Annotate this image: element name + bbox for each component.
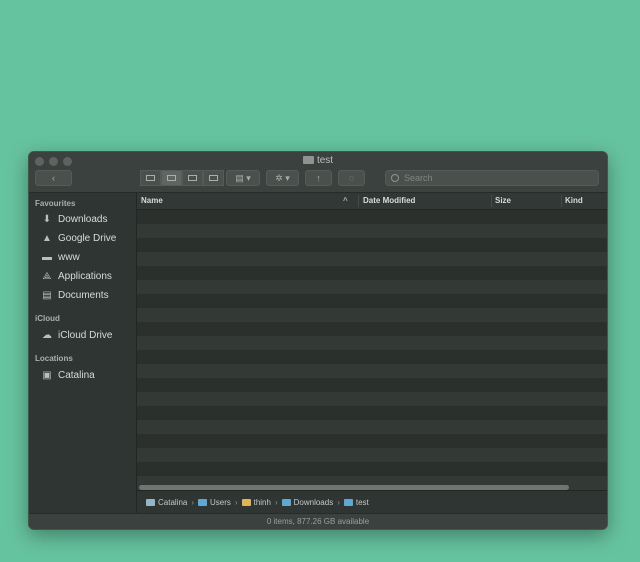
path-item-thinh[interactable]: thinh [241, 497, 271, 507]
path-label: Catalina [158, 497, 188, 507]
folder-icon [343, 498, 353, 506]
empty-rows [137, 210, 607, 490]
icon-view-button[interactable] [140, 170, 161, 186]
document-icon: ▤ [42, 289, 52, 301]
path-label: Users [210, 497, 231, 507]
list-view-icon [167, 175, 176, 181]
sidebar-item-label: Documents [58, 289, 109, 301]
sidebar-item-downloads[interactable]: ⬇ Downloads [41, 211, 135, 227]
folder-icon [198, 498, 208, 506]
search-icon [391, 174, 399, 182]
back-button[interactable]: ‹ [35, 170, 72, 186]
folder-icon: ▬ [42, 251, 52, 263]
folder-icon [281, 498, 291, 506]
sidebar-heading-icloud: iCloud [35, 314, 60, 323]
gallery-view-icon [209, 175, 218, 181]
search-input[interactable]: Search [385, 170, 599, 186]
cloud-icon: ☁ [42, 329, 52, 341]
path-label: test [355, 497, 369, 507]
column-kind[interactable]: Kind [565, 196, 583, 205]
sidebar-item-icloud-drive[interactable]: ☁ iCloud Drive [41, 327, 135, 343]
column-name[interactable]: Name [141, 196, 163, 205]
column-view-icon [188, 175, 197, 181]
action-button[interactable]: ✲ ▾ [266, 170, 299, 186]
applications-icon: ⟁ [42, 270, 52, 282]
path-separator: › [191, 497, 195, 507]
finder-window: test ‹ ▤ ▾ ✲ ▾ ↑ ◌ Search Favourites ⬇ D… [28, 151, 608, 530]
path-label: Downloads [293, 497, 334, 507]
google-drive-icon: ▲ [42, 232, 52, 244]
gallery-view-button[interactable] [203, 170, 224, 186]
sidebar-item-label: Applications [58, 270, 112, 282]
sidebar-item-label: Downloads [58, 213, 108, 225]
share-button[interactable]: ↑ [305, 170, 332, 186]
column-header: Name ^ Date Modified Size Kind [137, 193, 607, 210]
path-label: thinh [253, 497, 271, 507]
search-placeholder: Search [404, 173, 433, 183]
sidebar-item-documents[interactable]: ▤ Documents [41, 287, 135, 303]
folder-icon [302, 156, 314, 164]
file-list: Name ^ Date Modified Size Kind Catalina … [137, 193, 607, 513]
column-size[interactable]: Size [495, 196, 511, 205]
home-icon [241, 498, 251, 506]
tag-button[interactable]: ◌ [338, 170, 365, 186]
path-item-users[interactable]: Users [198, 498, 231, 507]
view-mode-control [140, 170, 224, 186]
path-bar: Catalina › Users › thinh › Downloads › t… [137, 490, 607, 513]
sidebar-item-label: Google Drive [58, 232, 117, 244]
sidebar: Favourites ⬇ Downloads ▲ Google Drive ▬ … [29, 193, 137, 513]
column-view-button[interactable] [182, 170, 203, 186]
sidebar-item-applications[interactable]: ⟁ Applications [41, 268, 135, 284]
path-separator: › [337, 497, 340, 507]
download-icon: ⬇ [42, 213, 52, 225]
sidebar-heading-favourites: Favourites [35, 199, 76, 208]
column-date-modified[interactable]: Date Modified [363, 196, 415, 205]
sidebar-item-label: www [58, 251, 80, 263]
sidebar-heading-locations: Locations [35, 354, 73, 363]
sidebar-item-catalina[interactable]: ▣ Catalina [41, 367, 135, 383]
path-separator: › [234, 497, 238, 507]
list-view-button[interactable] [161, 170, 182, 186]
title-bar: test ‹ ▤ ▾ ✲ ▾ ↑ ◌ Search [29, 152, 607, 193]
sidebar-item-label: Catalina [58, 369, 95, 381]
sidebar-item-label: iCloud Drive [58, 329, 113, 341]
path-separator: › [274, 497, 278, 507]
disk-icon: ▣ [42, 369, 52, 381]
window-title-text: test [316, 155, 334, 166]
arrange-button[interactable]: ▤ ▾ [226, 170, 260, 186]
sidebar-item-google-drive[interactable]: ▲ Google Drive [41, 230, 135, 246]
disk-icon [146, 498, 155, 506]
path-item-test[interactable]: test [343, 497, 369, 507]
sort-chevron-icon: ^ [343, 196, 348, 205]
sidebar-item-www[interactable]: ▬ www [41, 249, 135, 265]
window-title: test [29, 155, 607, 167]
icon-view-icon [146, 175, 155, 181]
path-item-catalina[interactable]: Catalina [146, 498, 187, 507]
status-bar: 0 items, 877.26 GB available [29, 513, 607, 529]
path-item-downloads[interactable]: Downloads [281, 497, 334, 507]
